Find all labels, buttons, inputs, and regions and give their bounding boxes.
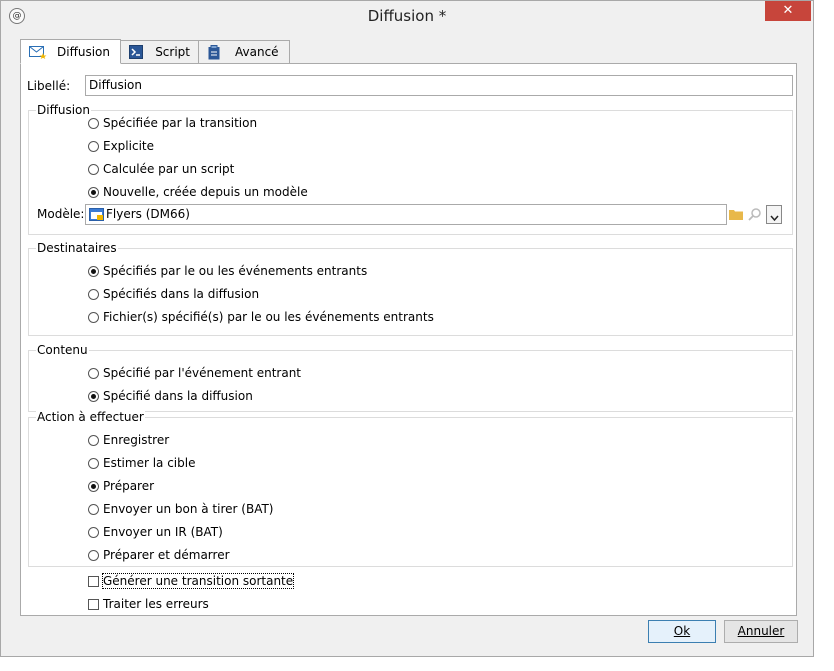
radio-circle bbox=[88, 163, 99, 175]
radio-specifie-diffusion[interactable]: Spécifié dans la diffusion bbox=[88, 388, 253, 404]
radio-calculee-script[interactable]: Calculée par un script bbox=[88, 161, 234, 177]
tab-label: Script bbox=[155, 45, 190, 59]
ok-button[interactable]: Ok bbox=[648, 620, 716, 643]
cancel-button-label: Annuler bbox=[737, 624, 785, 638]
envelope-star-icon bbox=[29, 45, 47, 59]
radio-label: Préparer bbox=[103, 479, 155, 493]
radio-envoyer-ir[interactable]: Envoyer un IR (BAT) bbox=[88, 524, 223, 540]
script-icon bbox=[129, 45, 145, 59]
radio-label: Spécifiés dans la diffusion bbox=[103, 287, 260, 301]
radio-enregistrer[interactable]: Enregistrer bbox=[88, 432, 169, 448]
modele-input[interactable]: Flyers (DM66) bbox=[85, 204, 727, 225]
radio-circle bbox=[88, 503, 99, 515]
tab-label: Diffusion bbox=[57, 44, 110, 59]
tab-diffusion[interactable]: Diffusion bbox=[20, 39, 121, 64]
radio-circle bbox=[88, 186, 99, 198]
chevron-down-icon bbox=[770, 211, 779, 225]
radio-circle bbox=[88, 288, 99, 300]
radio-circle bbox=[88, 549, 99, 561]
window-title: Diffusion * bbox=[367, 7, 447, 25]
radio-circle bbox=[88, 480, 99, 492]
radio-specifies-evenements[interactable]: Spécifiés par le ou les événements entra… bbox=[88, 263, 367, 279]
radio-label: Nouvelle, créée depuis un modèle bbox=[103, 185, 308, 199]
radio-preparer-demarrer[interactable]: Préparer et démarrer bbox=[88, 547, 230, 563]
checkbox-label: Traiter les erreurs bbox=[103, 597, 209, 611]
title-bar[interactable]: @ Diffusion * ✕ bbox=[1, 1, 813, 31]
diffusion-group-title: Diffusion bbox=[36, 103, 91, 117]
destinataires-group-title: Destinataires bbox=[36, 241, 118, 255]
checkbox-traiter-erreurs[interactable]: Traiter les erreurs bbox=[88, 596, 209, 612]
radio-estimer-cible[interactable]: Estimer la cible bbox=[88, 455, 195, 471]
tab-avance[interactable]: Avancé bbox=[198, 40, 290, 64]
radio-circle bbox=[88, 265, 99, 277]
radio-specifie-evenement[interactable]: Spécifié par l'événement entrant bbox=[88, 365, 301, 381]
radio-label: Spécifiée par la transition bbox=[103, 116, 258, 130]
libelle-label: Libellé: bbox=[27, 79, 71, 93]
radio-circle bbox=[88, 526, 99, 538]
action-group-title: Action à effectuer bbox=[36, 410, 145, 424]
radio-fichiers-specifies[interactable]: Fichier(s) spécifié(s) par le ou les évé… bbox=[88, 309, 434, 325]
dialog-window: @ Diffusion * ✕ Diffusion Script Avancé … bbox=[0, 0, 814, 657]
radio-label: Enregistrer bbox=[103, 433, 170, 447]
radio-circle bbox=[88, 434, 99, 446]
close-button[interactable]: ✕ bbox=[765, 1, 811, 21]
radio-label: Envoyer un bon à tirer (BAT) bbox=[103, 502, 274, 516]
radio-label: Estimer la cible bbox=[103, 456, 196, 470]
radio-circle bbox=[88, 367, 99, 379]
radio-label: Spécifié par l'événement entrant bbox=[103, 366, 301, 380]
radio-circle bbox=[88, 117, 99, 129]
modele-value: Flyers (DM66) bbox=[106, 207, 190, 221]
checkbox-label: Générer une transition sortante bbox=[101, 573, 295, 589]
checkbox-box bbox=[88, 598, 99, 610]
search-icon[interactable] bbox=[748, 207, 762, 224]
modele-label: Modèle: bbox=[37, 207, 85, 221]
clipboard-icon bbox=[207, 45, 225, 60]
radio-label: Spécifiés par le ou les événements entra… bbox=[103, 264, 368, 278]
template-icon bbox=[89, 208, 104, 227]
tab-script[interactable]: Script bbox=[120, 40, 199, 64]
cancel-button[interactable]: Annuler bbox=[724, 620, 798, 643]
libelle-input[interactable]: Diffusion bbox=[85, 75, 793, 96]
radio-circle bbox=[88, 390, 99, 402]
radio-envoyer-bat[interactable]: Envoyer un bon à tirer (BAT) bbox=[88, 501, 273, 517]
radio-explicite[interactable]: Explicite bbox=[88, 138, 154, 154]
radio-circle bbox=[88, 140, 99, 152]
radio-preparer[interactable]: Préparer bbox=[88, 478, 154, 494]
radio-specifies-diffusion[interactable]: Spécifiés dans la diffusion bbox=[88, 286, 259, 302]
radio-circle bbox=[88, 311, 99, 323]
radio-circle bbox=[88, 457, 99, 469]
ok-button-label: Ok bbox=[673, 624, 691, 638]
radio-label: Spécifié dans la diffusion bbox=[103, 389, 253, 403]
dropdown-button[interactable] bbox=[766, 205, 782, 224]
radio-label: Fichier(s) spécifié(s) par le ou les évé… bbox=[103, 310, 434, 324]
checkbox-generer-transition[interactable]: Générer une transition sortante bbox=[88, 573, 295, 589]
radio-label: Envoyer un IR (BAT) bbox=[103, 525, 223, 539]
contenu-group-title: Contenu bbox=[36, 343, 89, 357]
radio-label: Calculée par un script bbox=[103, 162, 235, 176]
radio-label: Explicite bbox=[103, 139, 154, 153]
tab-label: Avancé bbox=[235, 45, 279, 59]
folder-icon[interactable] bbox=[729, 208, 743, 223]
radio-specifiee-transition[interactable]: Spécifiée par la transition bbox=[88, 115, 257, 131]
radio-label: Préparer et démarrer bbox=[103, 548, 230, 562]
radio-nouvelle-modele[interactable]: Nouvelle, créée depuis un modèle bbox=[88, 184, 308, 200]
checkbox-box bbox=[88, 575, 99, 587]
